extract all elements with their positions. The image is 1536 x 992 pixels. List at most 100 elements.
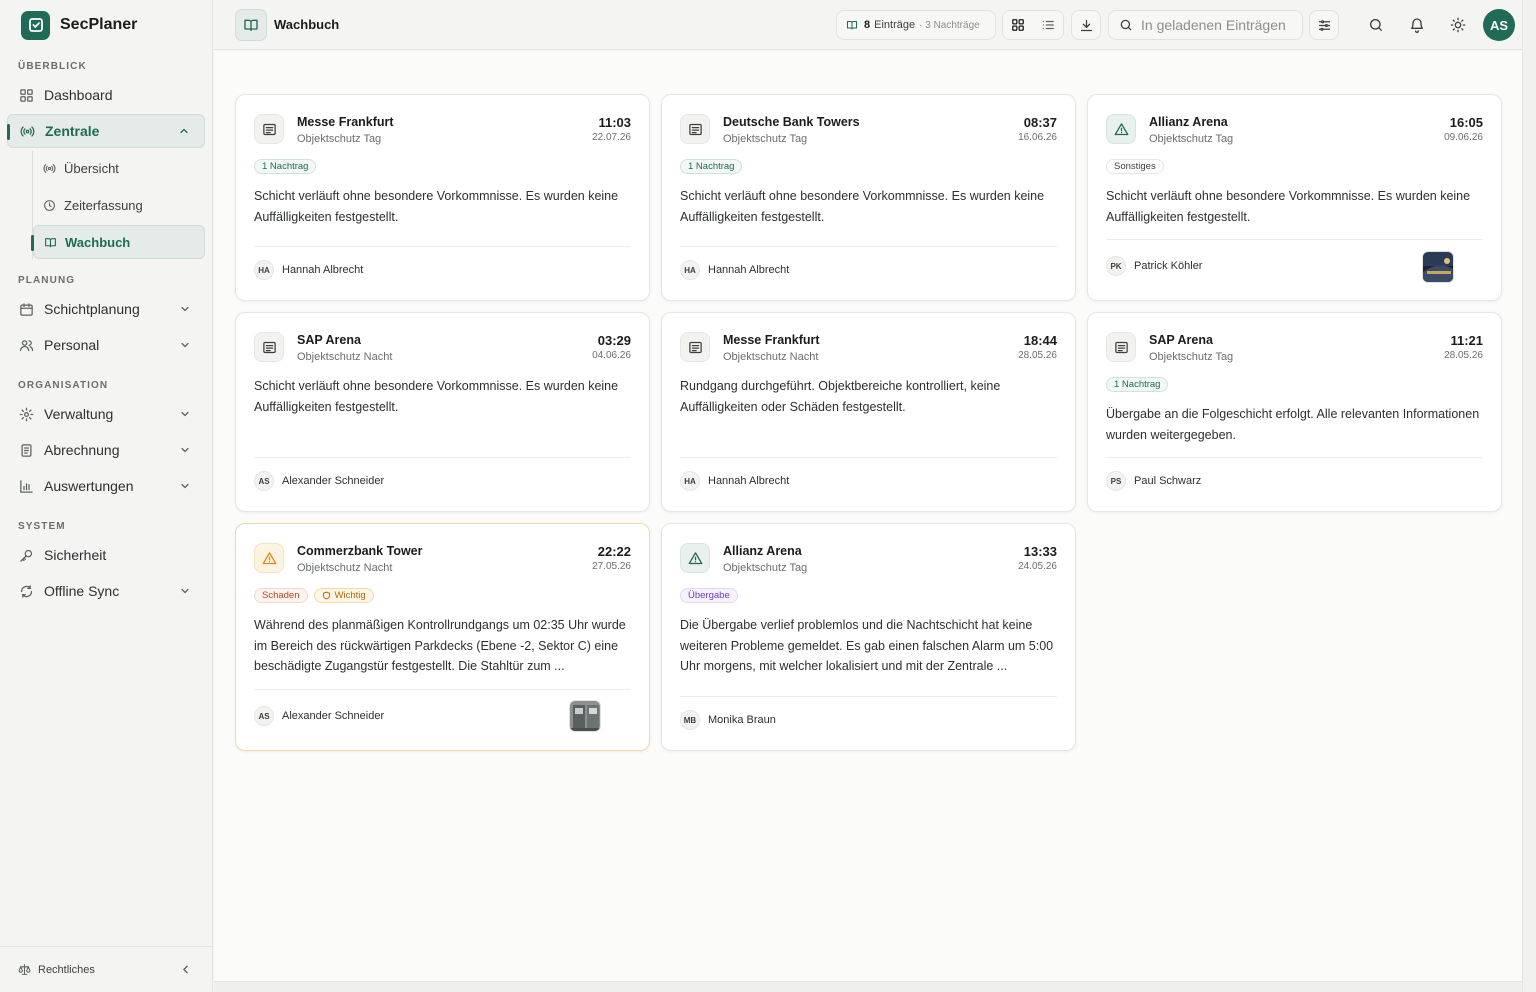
card-divider	[680, 457, 1057, 458]
global-search-button[interactable]	[1366, 15, 1386, 35]
sidebar-item-label: Wachbuch	[65, 234, 131, 250]
entry-date: 27.05.26	[592, 561, 631, 572]
sidebar-item-sicherheit[interactable]: Sicherheit	[7, 538, 205, 572]
log-entry-card[interactable]: Allianz Arena Objektschutz Tag 16:05 09.…	[1087, 94, 1502, 301]
entry-service: Objektschutz Nacht	[723, 351, 819, 363]
calendar-icon	[18, 301, 34, 317]
sidebar-item-wachbuch[interactable]: Wachbuch	[31, 225, 205, 259]
section-label-system: SYSTEM	[18, 521, 66, 532]
sidebar-item-uebersicht[interactable]: Übersicht	[33, 151, 205, 185]
sidebar-item-label: Zentrale	[45, 123, 100, 139]
section-label-organisation: ORGANISATION	[18, 380, 109, 391]
author-initials: AS	[254, 471, 274, 491]
sidebar-item-personal[interactable]: Personal	[7, 328, 205, 362]
message-icon	[680, 114, 710, 144]
author-name: Paul Schwarz	[1134, 475, 1202, 487]
entry-location: Commerzbank Tower	[297, 544, 423, 558]
vertical-scrollbar[interactable]	[1522, 0, 1536, 992]
search-icon	[1368, 17, 1384, 33]
theme-toggle-button[interactable]	[1448, 15, 1468, 35]
author-name: Alexander Schneider	[282, 475, 385, 487]
download-icon	[1079, 18, 1094, 33]
author-initials: AS	[254, 706, 274, 726]
entry-text: Während des planmäßigen Kontrollrundgang…	[254, 618, 626, 673]
log-entry-card[interactable]: SAP Arena Objektschutz Tag 11:21 28.05.2…	[1087, 312, 1502, 512]
section-label-overview: ÜBERBLICK	[18, 61, 87, 72]
attachment-thumbnail[interactable]	[569, 700, 601, 732]
sidebar-item-zentrale[interactable]: Zentrale	[7, 114, 205, 148]
scale-icon	[18, 963, 31, 976]
message-icon	[254, 332, 284, 362]
sidebar-item-label: Verwaltung	[44, 406, 114, 422]
sidebar-item-abrechnung[interactable]: Abrechnung	[7, 433, 205, 467]
chevron-down-icon	[177, 478, 193, 494]
horizontal-scrollbar[interactable]	[214, 981, 1522, 992]
active-indicator	[7, 124, 10, 140]
filter-button[interactable]	[1309, 10, 1339, 40]
entry-text: Übergabe an die Folgeschicht erfolgt. Al…	[1106, 407, 1480, 442]
search-icon	[1119, 18, 1133, 32]
author-name: Hannah Albrecht	[282, 264, 364, 276]
app-name: SecPlaner	[60, 16, 138, 33]
log-entry-card[interactable]: Messe Frankfurt Objektschutz Tag 11:03 2…	[235, 94, 650, 301]
grid-view-button[interactable]	[1003, 11, 1033, 39]
sidebar-item-zeiterfassung[interactable]: Zeiterfassung	[33, 188, 205, 222]
view-toggle	[1002, 10, 1064, 40]
sidebar-item-offline-sync[interactable]: Offline Sync	[7, 574, 205, 608]
warning-triangle-icon	[254, 543, 284, 573]
entry-time: 13:33	[1023, 544, 1057, 559]
entry-location: Deutsche Bank Towers	[723, 115, 860, 129]
warning-triangle-icon	[1106, 114, 1136, 144]
author-initials: HA	[680, 471, 700, 491]
entry-text: Schicht verläuft ohne besondere Vorkommn…	[680, 189, 1045, 224]
addendum-badge: 1 Nachtrag	[680, 159, 743, 174]
entry-time: 08:37	[1023, 115, 1057, 130]
entry-time: 18:44	[1023, 333, 1057, 348]
sidebar-item-dashboard[interactable]: Dashboard	[7, 78, 205, 112]
author-initials: PS	[1106, 471, 1126, 491]
entry-time: 03:29	[597, 333, 631, 348]
log-entry-card[interactable]: Deutsche Bank Towers Objektschutz Tag 08…	[661, 94, 1076, 301]
log-entry-card-important[interactable]: Commerzbank Tower Objektschutz Nacht 22:…	[235, 523, 650, 751]
sidebar-footer: Rechtliches	[0, 946, 212, 992]
user-avatar[interactable]: AS	[1483, 9, 1515, 41]
card-divider	[254, 457, 631, 458]
list-view-button[interactable]	[1033, 11, 1063, 39]
author-initials: HA	[680, 260, 700, 280]
sidebar-item-verwaltung[interactable]: Verwaltung	[7, 397, 205, 431]
entry-time: 16:05	[1449, 115, 1483, 130]
message-icon	[1106, 332, 1136, 362]
radio-signal-icon	[19, 123, 35, 139]
entry-text: Schicht verläuft ohne besondere Vorkommn…	[1106, 189, 1471, 224]
grid-icon	[18, 87, 34, 103]
card-divider	[680, 246, 1057, 247]
sidebar: SecPlaner ÜBERBLICK Dashboard Zentrale Ü…	[0, 0, 213, 992]
refresh-icon	[18, 583, 34, 599]
section-label-planning: PLANUNG	[18, 275, 76, 286]
entry-date: 28.05.26	[1444, 350, 1483, 361]
legal-link[interactable]: Rechtliches	[38, 964, 179, 976]
collapse-sidebar-icon[interactable]	[179, 963, 192, 976]
entry-text: Die Übergabe verlief problemlos und die …	[680, 618, 1054, 673]
brand[interactable]: SecPlaner	[0, 0, 212, 50]
log-entry-card[interactable]: Allianz Arena Objektschutz Tag 13:33 24.…	[661, 523, 1076, 751]
chevron-down-icon	[177, 583, 193, 599]
log-entry-card[interactable]: Messe Frankfurt Objektschutz Nacht 18:44…	[661, 312, 1076, 512]
download-button[interactable]	[1071, 10, 1101, 40]
card-divider	[254, 246, 631, 247]
search-input[interactable]	[1141, 17, 1291, 33]
notifications-button[interactable]	[1407, 15, 1427, 35]
sidebar-item-auswertungen[interactable]: Auswertungen	[7, 469, 205, 503]
message-icon	[680, 332, 710, 362]
log-entry-card[interactable]: SAP Arena Objektschutz Nacht 03:29 04.06…	[235, 312, 650, 512]
entry-text: Rundgang durchgeführt. Objektbereiche ko…	[680, 379, 1001, 414]
clock-icon	[42, 198, 56, 212]
author-name: Patrick Köhler	[1134, 260, 1203, 272]
attachment-thumbnail[interactable]	[1422, 251, 1454, 283]
card-divider	[1106, 457, 1483, 458]
gear-icon	[18, 406, 34, 422]
sidebar-item-schichtplanung[interactable]: Schichtplanung	[7, 292, 205, 326]
card-divider	[680, 696, 1057, 697]
damage-badge: Schaden	[254, 588, 308, 603]
important-badge: Wichtig	[313, 588, 374, 603]
